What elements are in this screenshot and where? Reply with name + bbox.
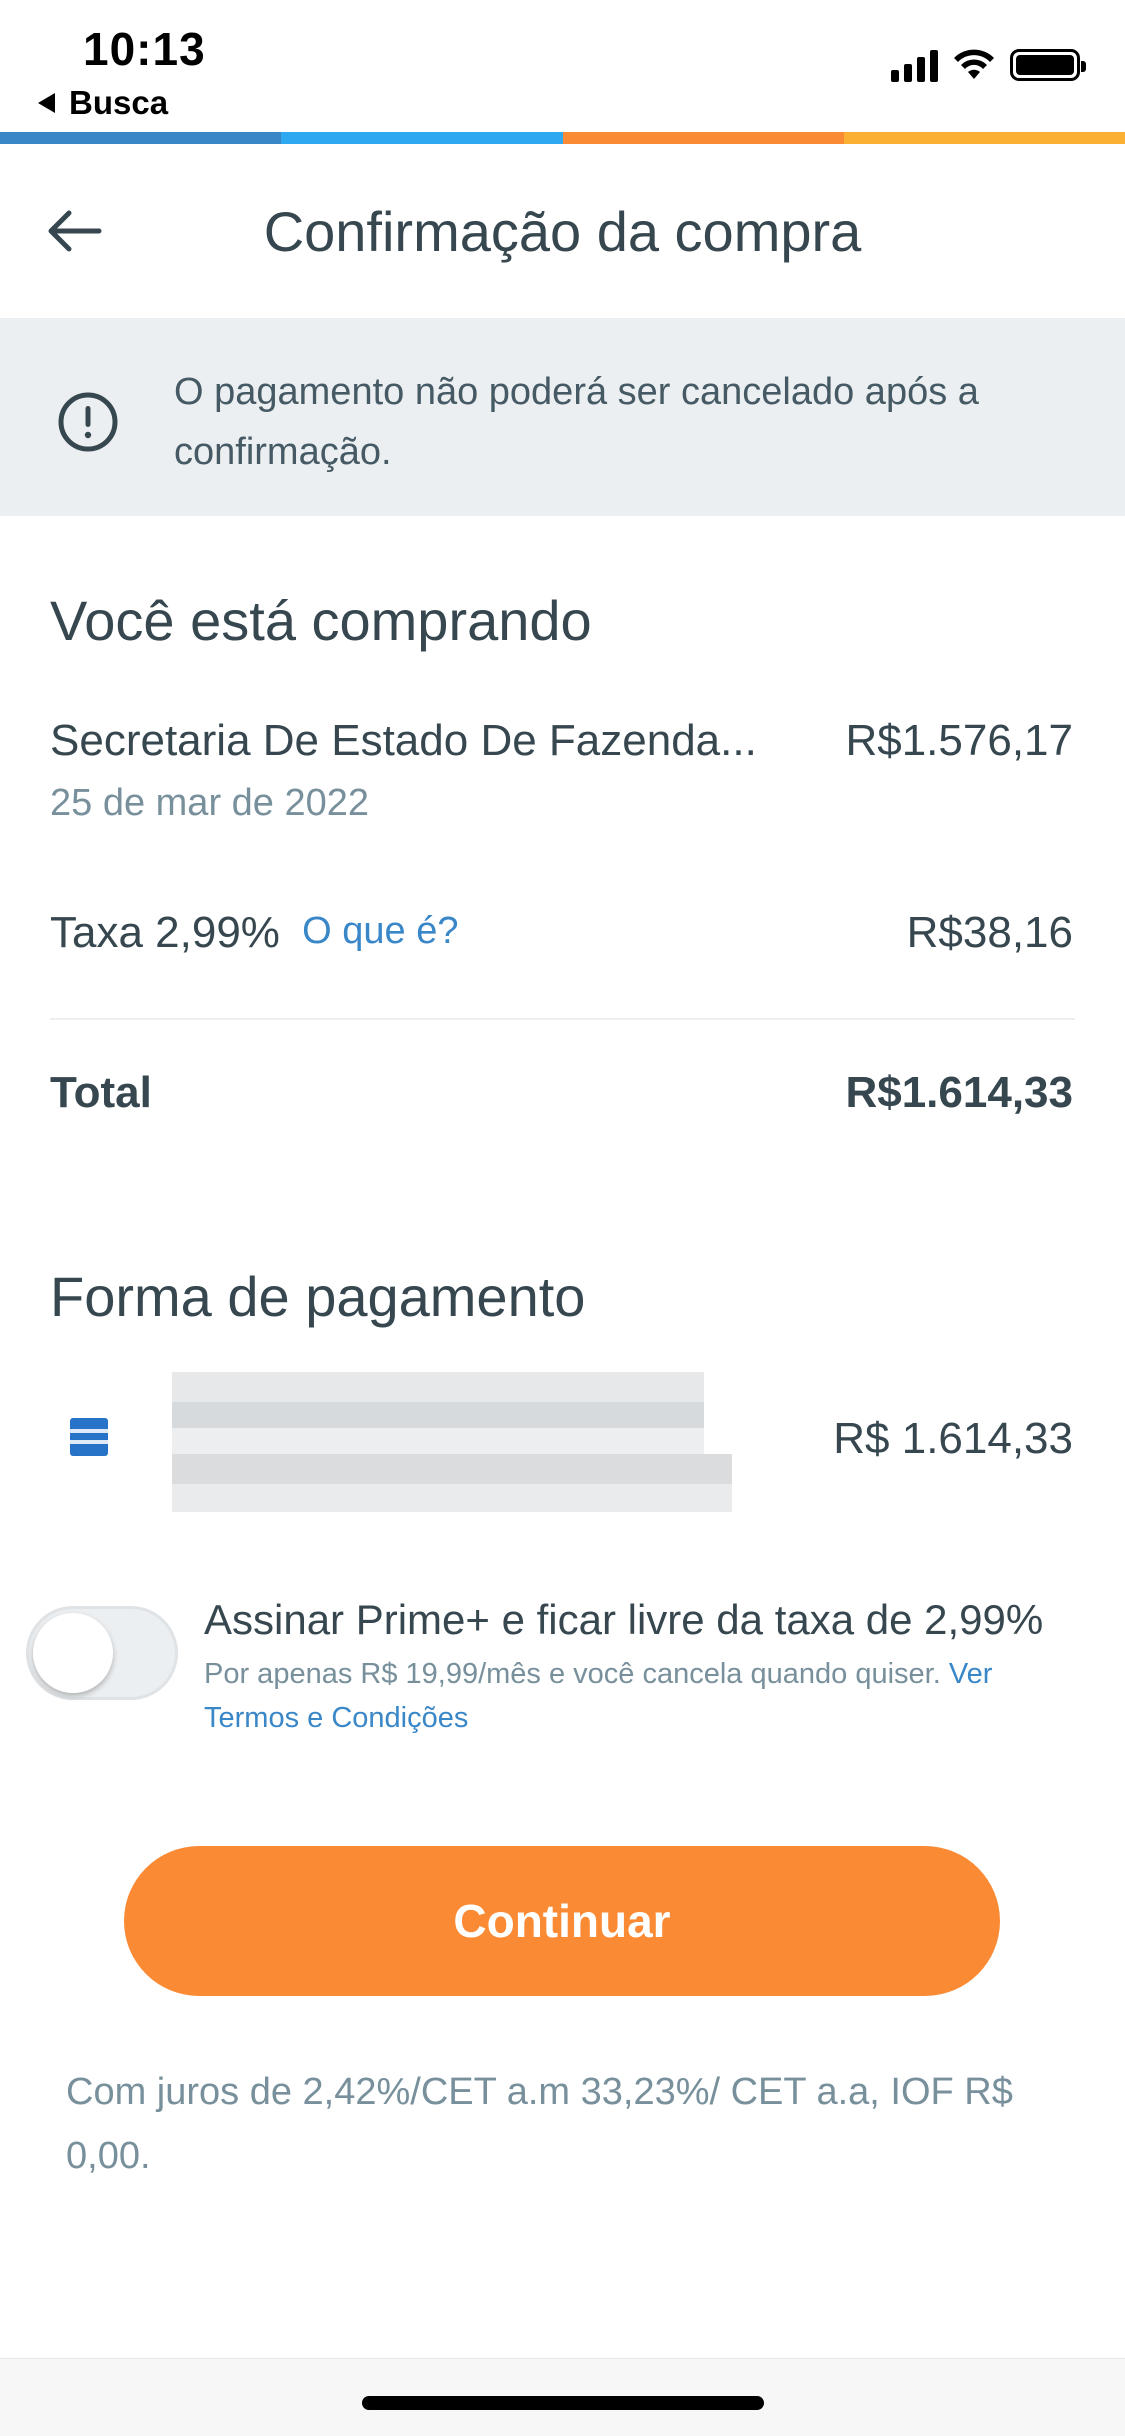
battery-icon	[1010, 49, 1086, 81]
status-icons	[891, 48, 1086, 82]
fee-amount: R$38,16	[906, 908, 1073, 957]
total-amount: R$1.614,33	[845, 1068, 1073, 1117]
total-label: Total	[50, 1068, 152, 1117]
continue-button[interactable]: Continuar	[124, 1846, 1000, 1996]
terms-link-part[interactable]: Ver	[949, 1658, 993, 1690]
toggle-knob	[33, 1613, 113, 1693]
header: Confirmação da compra	[0, 144, 1125, 318]
brand-color-strip	[0, 132, 1125, 144]
alert-circle-icon	[58, 392, 118, 452]
arrow-left-icon	[48, 210, 102, 252]
color-strip-segment	[562, 132, 844, 144]
prime-title: Assinar Prime+ e ficar livre da taxa de …	[204, 1596, 1044, 1643]
warning-text: O pagamento não poderá ser cancelado apó…	[174, 362, 1074, 482]
color-strip-segment	[843, 132, 1125, 144]
amex-card-icon[interactable]	[70, 1418, 108, 1456]
purchase-date: 25 de mar de 2022	[50, 782, 370, 824]
fee-row-left: Taxa 2,99% O que é?	[50, 908, 459, 958]
purchase-section-title: Você está comprando	[50, 589, 592, 652]
terms-link[interactable]: Termos e Condições	[204, 1702, 468, 1734]
fee-info-link[interactable]: O que é?	[302, 910, 458, 952]
prime-toggle[interactable]	[26, 1606, 178, 1700]
prime-description: Por apenas R$ 19,99/mês e você cancela q…	[204, 1652, 1064, 1740]
footnote-line: Com juros de 2,42%/CET a.m 33,23%/ CET a…	[66, 2071, 1013, 2113]
status-time: 10:13	[83, 23, 206, 75]
warning-text-line: O pagamento não poderá ser cancelado apó…	[174, 371, 979, 413]
status-back-link[interactable]: Busca	[38, 84, 168, 122]
payment-section-title: Forma de pagamento	[50, 1265, 586, 1328]
footnote-line: 0,00.	[66, 2135, 151, 2177]
merchant-name: Secretaria De Estado De Fazenda...	[50, 716, 757, 765]
fee-label: Taxa 2,99%	[50, 908, 280, 957]
interest-footnote: Com juros de 2,42%/CET a.m 33,23%/ CET a…	[66, 2060, 1076, 2188]
back-triangle-icon	[38, 93, 55, 113]
page-title: Confirmação da compra	[263, 199, 862, 263]
color-strip-segment	[281, 132, 563, 144]
prime-desc-text: Por apenas R$ 19,99/mês e você cancela q…	[204, 1658, 941, 1690]
divider	[50, 1018, 1075, 1020]
signal-icon	[891, 48, 938, 82]
color-strip-segment	[0, 132, 282, 144]
wifi-icon	[954, 49, 994, 79]
merchant-amount: R$1.576,17	[845, 716, 1073, 765]
payment-amount: R$ 1.614,33	[833, 1414, 1073, 1463]
status-bar: 10:13 Busca	[0, 0, 1125, 132]
home-indicator[interactable]	[362, 2396, 764, 2410]
status-back-label: Busca	[69, 84, 169, 121]
back-button[interactable]	[40, 196, 110, 266]
warning-text-line: confirmação.	[174, 431, 392, 473]
